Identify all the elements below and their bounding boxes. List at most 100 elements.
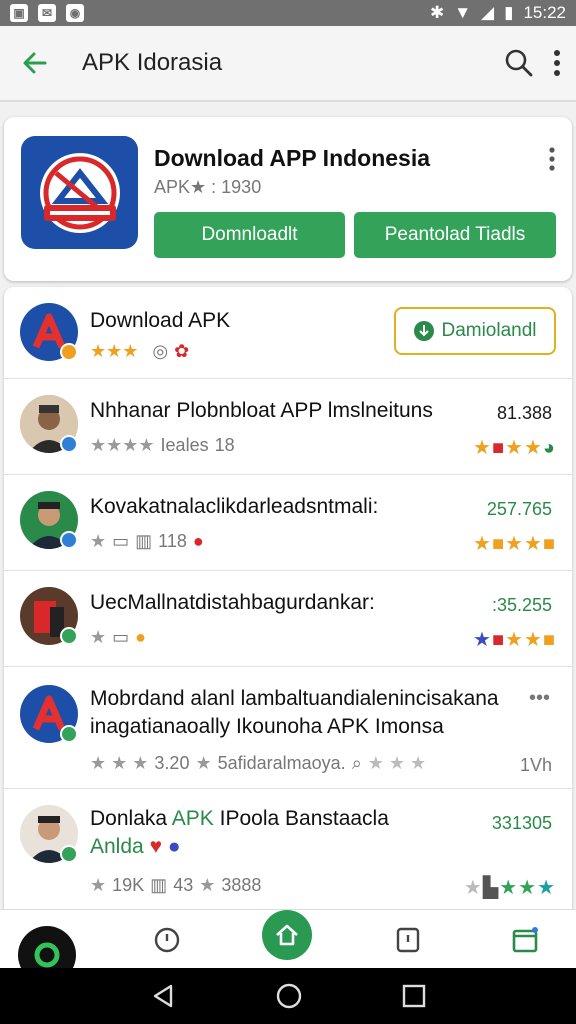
list-item-title-highlight: APK xyxy=(171,807,214,830)
heart-icon: ♥ xyxy=(149,835,163,858)
signal-icon: ◢ xyxy=(481,3,495,22)
badge-icon: ✿ xyxy=(174,341,190,361)
list-item-title: Mobrdand alanl lambaltuandialenincisakan… xyxy=(90,687,499,710)
system-back-icon[interactable] xyxy=(149,982,177,1010)
list-item-title: Nhhanar Plobnbloat APP lmslneituns xyxy=(90,399,433,422)
rating-stars: ★ ★ ★ xyxy=(90,753,149,773)
list-item-meta: ★ ▭ ▥ 118 ● xyxy=(90,531,204,552)
list-item[interactable]: Nhhanar Plobnbloat APP lmslneituns 81.38… xyxy=(4,379,572,475)
download-button[interactable]: Domnloadlt xyxy=(154,212,345,258)
category-icons: ★■★★■ xyxy=(473,629,556,651)
app-logo xyxy=(21,136,138,249)
list-item-title: Kovakatnalaclikdarleadsntmali: xyxy=(90,495,379,518)
list-item-number: 1Vh xyxy=(519,755,552,775)
list-item-number: 331305 xyxy=(491,813,552,833)
star-icon: ★ xyxy=(90,875,107,895)
list-item-meta: ★★★★ Ieales 18 xyxy=(90,435,235,456)
list-item-sub2: 5afidaralmaoya. xyxy=(217,753,346,773)
calendar-icon xyxy=(512,927,538,953)
list-item-number: 257.765 xyxy=(486,499,552,519)
notification-app-icon: ◉ xyxy=(66,4,84,22)
verified-badge xyxy=(60,845,78,863)
search-icon: ⌕ xyxy=(351,753,362,773)
bluetooth-icon: ✱ xyxy=(429,3,445,22)
app-bar-title: APK Idorasia xyxy=(82,49,223,76)
bookmark-icon xyxy=(396,927,420,953)
more-vert-icon[interactable] xyxy=(548,147,556,171)
list-item[interactable]: Kovakatnalaclikdarleadsntmali: 257.765 ★… xyxy=(4,475,572,571)
more-horiz-icon[interactable]: ••• xyxy=(529,687,550,710)
bottom-navigation xyxy=(0,909,576,984)
pin-icon: ● xyxy=(135,627,147,647)
search-icon[interactable] xyxy=(504,48,534,78)
notification-mail-icon: ✉ xyxy=(38,4,56,22)
featured-app-card[interactable]: Download APP Indonesia APK★ : 1930 Domnl… xyxy=(4,117,572,281)
category-icons: ★■★★■ xyxy=(473,533,556,555)
more-vert-icon[interactable] xyxy=(552,49,562,77)
list-item-title-line2-text: Anlda xyxy=(90,835,144,858)
clock-icon: ◎ xyxy=(152,341,169,361)
status-bar: ▣ ✉ ◉ ✱ ▼ ◢ ▮ 15:22 xyxy=(0,0,576,26)
battery-icon: ▮ xyxy=(504,3,514,22)
wifi-icon: ▼ xyxy=(454,3,472,22)
status-badge xyxy=(60,343,78,361)
status-time: 15:22 xyxy=(523,3,566,22)
app-logo-icon xyxy=(34,942,60,968)
verified-badge xyxy=(60,435,78,453)
category-icons: ★▙★★★ xyxy=(463,877,556,899)
list-item-meta: ★ ★ ★ 3.20 ★ 5afidaralmaoya. ⌕ ★ ★ ★ xyxy=(90,753,426,774)
list-item-number: 81.388 xyxy=(496,403,552,423)
system-home-icon[interactable] xyxy=(275,982,303,1010)
list-item-title-part: Donlaka xyxy=(90,807,168,830)
tag-icon: ▭ xyxy=(112,531,130,551)
star-icon: ★ xyxy=(199,875,216,895)
pin-icon: ● xyxy=(192,531,204,551)
tag-icon: ▭ xyxy=(112,627,130,647)
secondary-download-button[interactable]: Peantolad Tiadls xyxy=(354,212,556,258)
list-item-sub-num: 43 xyxy=(173,875,194,895)
featured-app-meta: APK★ : 1930 xyxy=(154,177,262,197)
nav-bookmark[interactable] xyxy=(386,918,430,962)
nav-calendar[interactable] xyxy=(503,918,547,962)
list-item-title: UecMallnatdistahbagurdankar: xyxy=(90,591,375,614)
list-item[interactable]: Mobrdand alanl lambaltuandialenincisakan… xyxy=(4,667,572,789)
system-recents-icon[interactable] xyxy=(401,983,427,1009)
download-icon xyxy=(414,321,435,341)
rating-stars: ★ ★ ★ xyxy=(367,753,427,773)
star-icon: ★ xyxy=(90,531,107,551)
list-item[interactable]: UecMallnatdistahbagurdankar: :35.255 ★ ▭… xyxy=(4,571,572,667)
list-item-sub: Ieales xyxy=(160,435,209,455)
list-item-meta: ★ 19K ▥ 43 ★ 3888 xyxy=(90,875,261,896)
rating-stars: ★★★★ xyxy=(90,435,155,455)
list-item-sub2: 3888 xyxy=(221,875,262,895)
list-item-meta: ★★★ ◎ ✿ xyxy=(90,341,189,362)
list-item[interactable]: Donlaka APK IPoola Banstaacla Anlda ♥ ● … xyxy=(4,789,572,909)
list-item-title: Donlaka APK IPoola Banstaacla xyxy=(90,807,389,831)
verified-badge xyxy=(60,627,78,645)
list-item[interactable]: Download APK ★★★ ◎ ✿ Damiolandl xyxy=(4,287,572,379)
system-navigation-bar xyxy=(0,968,576,1024)
list-item-number: :35.255 xyxy=(491,595,552,615)
download-apk-label: Damiolandl xyxy=(441,320,537,341)
notification-image-icon: ▣ xyxy=(10,4,28,22)
list-item-sub: 118 xyxy=(158,531,187,551)
verified-badge xyxy=(60,725,78,743)
nav-history[interactable] xyxy=(145,918,189,962)
verified-badge xyxy=(60,531,78,549)
list-item-sub: 3.20 xyxy=(154,753,190,773)
history-icon xyxy=(154,927,180,953)
back-button[interactable] xyxy=(0,25,70,101)
featured-app-title: Download APP Indonesia xyxy=(154,145,431,171)
rating-stars: ★★★ xyxy=(90,341,139,361)
chart-icon: ▥ xyxy=(150,875,168,895)
category-icons: ★■★★◕ xyxy=(473,437,556,459)
list-item-title: Download APK xyxy=(90,309,231,332)
app-list: Download APK ★★★ ◎ ✿ Damiolandl Nhhanar … xyxy=(4,287,572,909)
nav-home[interactable] xyxy=(262,910,312,960)
back-arrow-icon xyxy=(23,52,47,74)
download-apk-button[interactable]: Damiolandl xyxy=(394,307,556,355)
list-item-sub: 19K xyxy=(112,875,145,895)
badge-icon: ● xyxy=(167,835,181,858)
list-item-sub-num: 18 xyxy=(214,435,235,455)
star-icon: ★ xyxy=(90,627,107,647)
